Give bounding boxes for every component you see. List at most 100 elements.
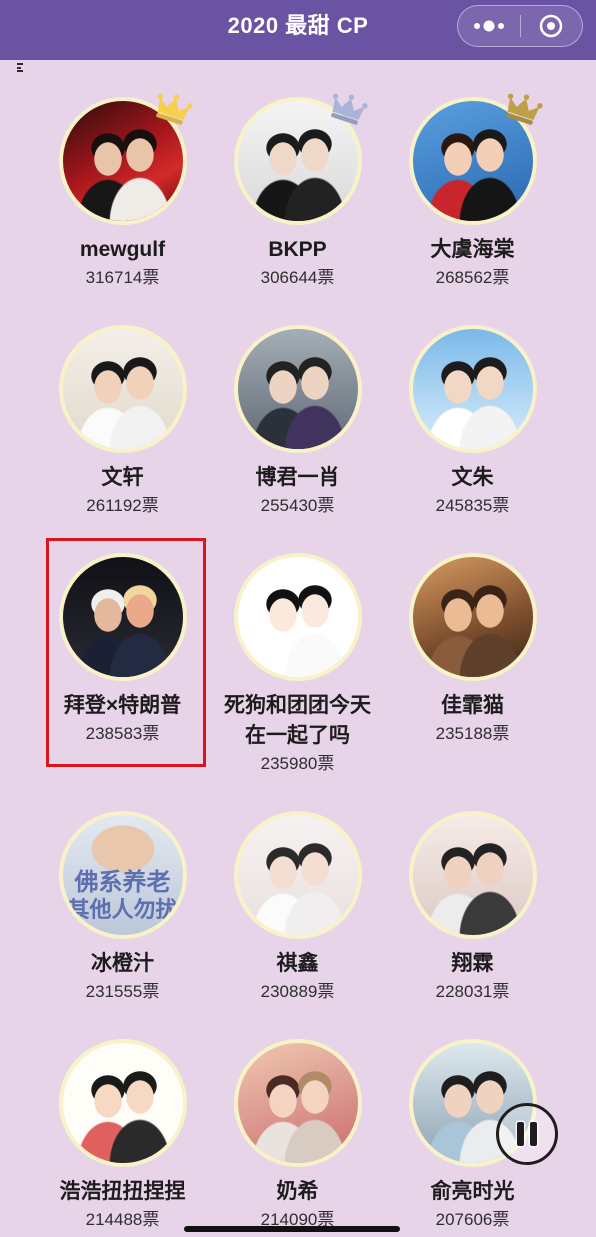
vote-count: 207606 bbox=[435, 1210, 493, 1229]
target-circle-icon bbox=[539, 14, 563, 38]
cp-name: 翔霖 bbox=[451, 952, 494, 975]
cp-name: BKPP bbox=[268, 238, 327, 261]
vote-unit: 票 bbox=[492, 268, 510, 287]
vote-unit: 票 bbox=[492, 982, 510, 1001]
cp-card[interactable]: 佛系养老 其他人勿扰 冰橙汁 231555票 bbox=[35, 811, 210, 1005]
cp-avatar[interactable]: 佛系养老 其他人勿扰 bbox=[58, 811, 187, 939]
cp-name: 祺鑫 bbox=[276, 952, 319, 975]
cp-card[interactable]: 翔霖 228031票 bbox=[385, 811, 560, 1005]
cp-card[interactable]: 大虞海棠 268562票 bbox=[385, 93, 560, 291]
caption-line: 佛系养老 bbox=[74, 869, 171, 896]
vote-unit: 票 bbox=[492, 1210, 510, 1229]
cp-votes: 268562票 bbox=[436, 265, 510, 291]
vote-unit: 票 bbox=[317, 754, 335, 773]
cp-avatar[interactable] bbox=[408, 811, 537, 939]
caption-line: 其他人勿扰 bbox=[67, 897, 178, 922]
cp-name: 佳霏猫 bbox=[441, 694, 504, 717]
cp-votes: 207606票 bbox=[436, 1207, 510, 1233]
cp-avatar[interactable] bbox=[408, 553, 537, 681]
vote-count: 230889 bbox=[260, 982, 318, 1001]
vote-count: 235980 bbox=[260, 754, 318, 773]
cp-photo bbox=[233, 325, 362, 453]
cp-avatar[interactable] bbox=[233, 811, 362, 939]
cp-name: 拜登×特朗普 bbox=[63, 694, 182, 717]
vote-count: 228031 bbox=[435, 982, 493, 1001]
vote-unit: 票 bbox=[317, 496, 335, 515]
cp-votes: 231555票 bbox=[86, 979, 160, 1005]
home-indicator[interactable] bbox=[184, 1226, 400, 1232]
cp-avatar[interactable] bbox=[233, 325, 362, 453]
cp-votes: 238583票 bbox=[86, 721, 160, 747]
cp-votes: 255430票 bbox=[261, 493, 335, 519]
cp-avatar[interactable] bbox=[58, 325, 187, 453]
cp-name: 浩浩扭扭捏捏 bbox=[59, 1180, 186, 1203]
cp-photo bbox=[58, 1039, 187, 1167]
cp-photo bbox=[233, 1039, 362, 1167]
vote-count: 261192 bbox=[86, 496, 142, 515]
cp-name: 大虞海棠 bbox=[430, 238, 515, 261]
cp-card[interactable]: 博君一肖 255430票 bbox=[210, 325, 385, 519]
cp-photo: 佛系养老 其他人勿扰 bbox=[58, 811, 187, 939]
cp-photo bbox=[408, 811, 537, 939]
cp-card[interactable]: 佳霏猫 235188票 bbox=[385, 553, 560, 777]
miniprogram-capsule bbox=[457, 5, 583, 47]
vote-count: 268562 bbox=[435, 268, 493, 287]
cp-votes: 235980票 bbox=[261, 751, 335, 777]
cp-card[interactable]: 文朱 245835票 bbox=[385, 325, 560, 519]
vote-unit: 票 bbox=[492, 724, 510, 743]
cp-avatar[interactable] bbox=[233, 553, 362, 681]
cp-card[interactable]: 死狗和团团今天在一起了吗 235980票 bbox=[210, 553, 385, 777]
cp-avatar[interactable] bbox=[233, 93, 368, 225]
vote-count: 306644 bbox=[260, 268, 318, 287]
vote-count: 245835 bbox=[435, 496, 493, 515]
cp-name: 死狗和团团今天在一起了吗 bbox=[224, 694, 371, 747]
cp-avatar[interactable] bbox=[58, 553, 187, 681]
vote-unit: 票 bbox=[142, 982, 160, 1001]
cp-photo bbox=[233, 553, 362, 681]
cp-card[interactable]: 奶希 214090票 bbox=[210, 1039, 385, 1233]
vote-count: 235188 bbox=[435, 724, 493, 743]
vote-unit: 票 bbox=[142, 724, 160, 743]
cp-votes: 228031票 bbox=[436, 979, 510, 1005]
vote-unit: 票 bbox=[317, 982, 335, 1001]
cp-avatar[interactable] bbox=[58, 93, 193, 225]
photo-caption: 佛系养老 其他人勿扰 bbox=[63, 869, 183, 923]
cp-avatar[interactable] bbox=[408, 325, 537, 453]
cp-name: 冰橙汁 bbox=[91, 952, 154, 975]
cp-votes: 230889票 bbox=[261, 979, 335, 1005]
cp-name: 俞亮时光 bbox=[430, 1180, 515, 1203]
cp-name: 博君一肖 bbox=[255, 466, 340, 489]
more-button[interactable] bbox=[458, 6, 520, 46]
vote-unit: 票 bbox=[142, 1210, 160, 1229]
cp-card[interactable]: 文轩 261192票 bbox=[35, 325, 210, 519]
cp-votes: 235188票 bbox=[436, 721, 510, 747]
cp-card[interactable]: BKPP 306644票 bbox=[210, 93, 385, 291]
cp-votes: 245835票 bbox=[436, 493, 510, 519]
vote-unit: 票 bbox=[141, 496, 159, 515]
cp-name: 奶希 bbox=[276, 1180, 319, 1203]
cp-votes: 261192票 bbox=[86, 493, 158, 519]
exit-button[interactable] bbox=[520, 6, 582, 46]
cp-name: 文朱 bbox=[451, 466, 494, 489]
cp-photo bbox=[58, 553, 187, 681]
pause-button[interactable] bbox=[496, 1103, 558, 1165]
vote-count: 231555 bbox=[85, 982, 143, 1001]
cp-avatar[interactable] bbox=[58, 1039, 187, 1167]
vote-unit: 票 bbox=[317, 268, 335, 287]
cp-card[interactable]: mewgulf 316714票 bbox=[35, 93, 210, 291]
cp-avatar[interactable] bbox=[408, 93, 543, 225]
cp-name: 文轩 bbox=[101, 466, 144, 489]
cp-avatar[interactable] bbox=[233, 1039, 362, 1167]
cp-card[interactable]: 拜登×特朗普 238583票 bbox=[35, 538, 210, 777]
header-bar: 2020 最甜 CP bbox=[0, 0, 596, 60]
cp-photo bbox=[408, 325, 537, 453]
cp-votes: 316714票 bbox=[86, 265, 160, 291]
cp-card[interactable]: 浩浩扭扭捏捏 214488票 bbox=[35, 1039, 210, 1233]
cp-card[interactable]: 祺鑫 230889票 bbox=[210, 811, 385, 1005]
vote-count: 214488 bbox=[85, 1210, 143, 1229]
vote-count: 316714 bbox=[85, 268, 143, 287]
vote-count: 238583 bbox=[85, 724, 143, 743]
cp-photo bbox=[58, 325, 187, 453]
cp-photo bbox=[408, 553, 537, 681]
corner-mark bbox=[17, 63, 23, 72]
